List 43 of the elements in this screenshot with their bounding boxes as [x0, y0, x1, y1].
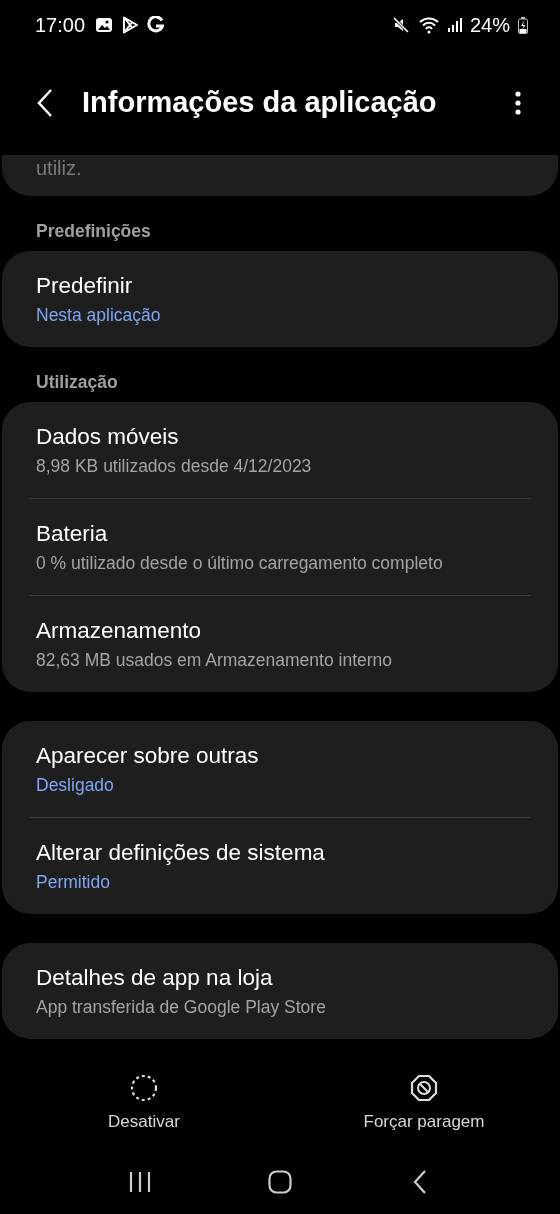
- google-icon: [147, 16, 165, 34]
- setting-summary: Permitido: [36, 872, 111, 893]
- setting-summary: Desligado: [36, 775, 115, 796]
- setting-title: Detalhes de app na loja: [36, 965, 274, 991]
- page-title: Informações da aplicação: [82, 86, 438, 119]
- action-button[interactable]: Desativar: [0, 1055, 288, 1150]
- battery-charging-icon: [518, 16, 528, 34]
- setting-summary: 82,63 MB usados em Armazenamento interno: [36, 650, 394, 671]
- setting-title: Dados móveis: [36, 424, 180, 450]
- stop-icon: [410, 1073, 438, 1102]
- recent-apps-icon: [128, 1171, 152, 1193]
- setting-title: Alterar definições de sistema: [36, 840, 326, 866]
- setting-item[interactable]: Detalhes de app na loja App transferida de Google Play Store: [2, 943, 558, 1039]
- dashed-circle-icon: [130, 1073, 158, 1102]
- section-heading: Predefinições: [35, 220, 152, 243]
- setting-item[interactable]: Dados móveis 8,98 KB utilizados desde 4/12/2023: [2, 402, 558, 498]
- setting-item[interactable]: Alterar definições de sistema Permitido: [2, 818, 558, 914]
- signal-icon: [447, 17, 462, 33]
- play-store-icon: [121, 16, 140, 34]
- setting-summary: Nesta aplicação: [36, 305, 162, 326]
- back-icon: [36, 87, 54, 118]
- mute-icon: [391, 16, 410, 34]
- setting-title: Predefinir: [36, 273, 134, 299]
- battery-percentage: 24%: [469, 13, 510, 37]
- setting-summary: 0 % utilizado desde o último carregamento completo: [36, 553, 444, 574]
- action-button[interactable]: Forçar paragem: [288, 1055, 560, 1150]
- setting-summary: App transferida de Google Play Store: [36, 997, 327, 1018]
- setting-title: Armazenamento: [36, 618, 203, 644]
- wifi-icon: [417, 16, 440, 34]
- back-icon: [413, 1170, 427, 1194]
- setting-item[interactable]: Armazenamento 82,63 MB usados em Armazenamento interno: [2, 596, 558, 692]
- status-time: 17:00: [35, 13, 86, 37]
- gallery-icon: [95, 17, 114, 33]
- section-heading: Utilização: [35, 371, 119, 394]
- setting-item[interactable]: Aparecer sobre outras Desligado: [2, 721, 558, 817]
- setting-title: Aparecer sobre outras: [36, 743, 260, 769]
- setting-title: Bateria: [36, 521, 109, 547]
- setting-item[interactable]: Predefinir Nesta aplicação: [2, 251, 558, 347]
- setting-summary: 8,98 KB utilizados desde 4/12/2023: [36, 456, 313, 477]
- setting-item[interactable]: Bateria 0 % utilizado desde o último carregamento completo: [2, 499, 558, 595]
- more-options-icon: [515, 90, 521, 115]
- home-icon: [268, 1170, 292, 1194]
- setting-summary: utiliz.: [36, 156, 82, 180]
